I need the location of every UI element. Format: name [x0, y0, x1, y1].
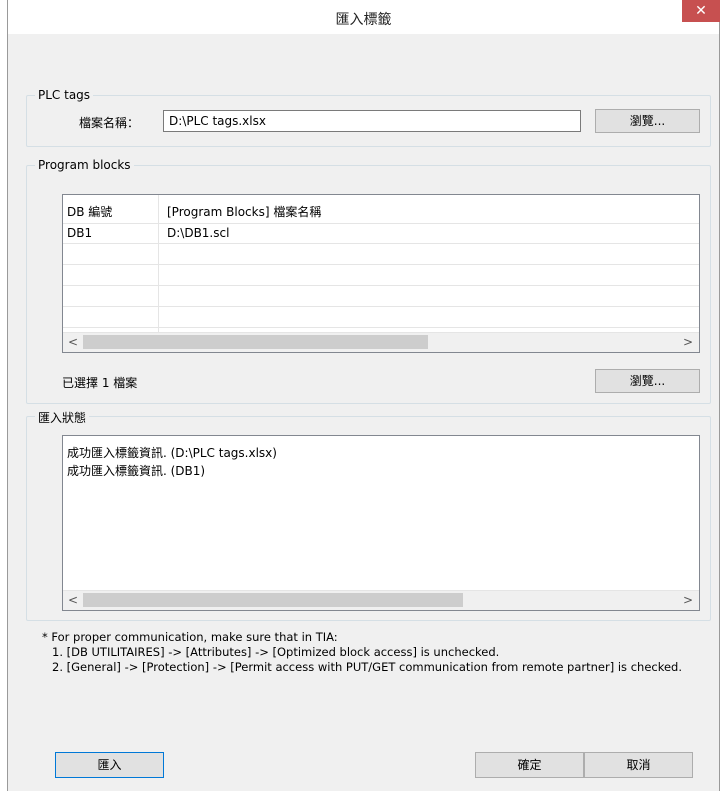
program-blocks-browse-button[interactable]: 瀏覽... [595, 369, 700, 393]
scrollbar-thumb[interactable] [83, 593, 463, 607]
import-status-group: 匯入狀態 成功匯入標籤資訊. (D:\PLC tags.xlsx) 成功匯入標籤… [26, 409, 711, 621]
ok-button[interactable]: 確定 [475, 752, 584, 778]
plc-tags-file-input[interactable]: D:\PLC tags.xlsx [163, 110, 581, 132]
import-status-horizontal-scrollbar[interactable]: < > [63, 590, 699, 610]
status-line: 成功匯入標籤資訊. (DB1) [67, 464, 206, 478]
column-header-db-number[interactable]: DB 編號 [67, 203, 112, 220]
column-header-file-name[interactable]: [Program Blocks] 檔案名稱 [167, 203, 321, 220]
import-tags-dialog: 匯入標籤 ✕ PLC tags 檔案名稱： D:\PLC tags.xlsx 瀏… [7, 0, 720, 791]
title-bar: 匯入標籤 ✕ [8, 0, 720, 34]
program-blocks-grid[interactable]: DB 編號 [Program Blocks] 檔案名稱 DB1 D:\DB1.s… [62, 194, 700, 353]
row-db-number: DB1 [67, 226, 93, 240]
program-blocks-group-label: Program blocks [35, 158, 134, 172]
empty-row [63, 244, 699, 265]
file-name-label: 檔案名稱： [79, 116, 140, 130]
cancel-button[interactable]: 取消 [584, 752, 693, 778]
plc-tags-group: PLC tags 檔案名稱： D:\PLC tags.xlsx 瀏覽... [26, 88, 711, 147]
import-status-log[interactable]: 成功匯入標籤資訊. (D:\PLC tags.xlsx) 成功匯入標籤資訊. (… [62, 435, 700, 611]
dialog-title: 匯入標籤 [335, 12, 392, 28]
program-blocks-horizontal-scrollbar[interactable]: < > [63, 332, 699, 352]
close-button[interactable]: ✕ [682, 0, 720, 22]
scrollbar-thumb[interactable] [83, 335, 428, 349]
status-line: 成功匯入標籤資訊. (D:\PLC tags.xlsx) [67, 446, 277, 460]
empty-row [63, 286, 699, 307]
table-row[interactable]: DB1 D:\DB1.scl [63, 223, 699, 244]
empty-row [63, 265, 699, 286]
scroll-left-arrow-icon[interactable]: < [68, 593, 78, 607]
plc-tags-browse-button[interactable]: 瀏覽... [595, 109, 700, 133]
scroll-right-arrow-icon[interactable]: > [683, 593, 693, 607]
note-line: * For proper communication, make sure th… [42, 630, 338, 644]
note-line: 1. [DB UTILITAIRES] -> [Attributes] -> [… [52, 645, 500, 659]
import-button[interactable]: 匯入 [55, 752, 164, 778]
plc-tags-group-label: PLC tags [35, 88, 94, 102]
row-file-name: D:\DB1.scl [167, 226, 230, 240]
selected-files-count: 已選擇 1 檔案 [62, 376, 138, 390]
program-blocks-group: Program blocks DB 編號 [Program Blocks] 檔案… [26, 158, 711, 404]
import-status-group-label: 匯入狀態 [35, 409, 90, 426]
note-line: 2. [General] -> [Protection] -> [Permit … [52, 660, 682, 674]
scroll-right-arrow-icon[interactable]: > [683, 335, 693, 349]
scroll-left-arrow-icon[interactable]: < [68, 335, 78, 349]
empty-row [63, 307, 699, 328]
